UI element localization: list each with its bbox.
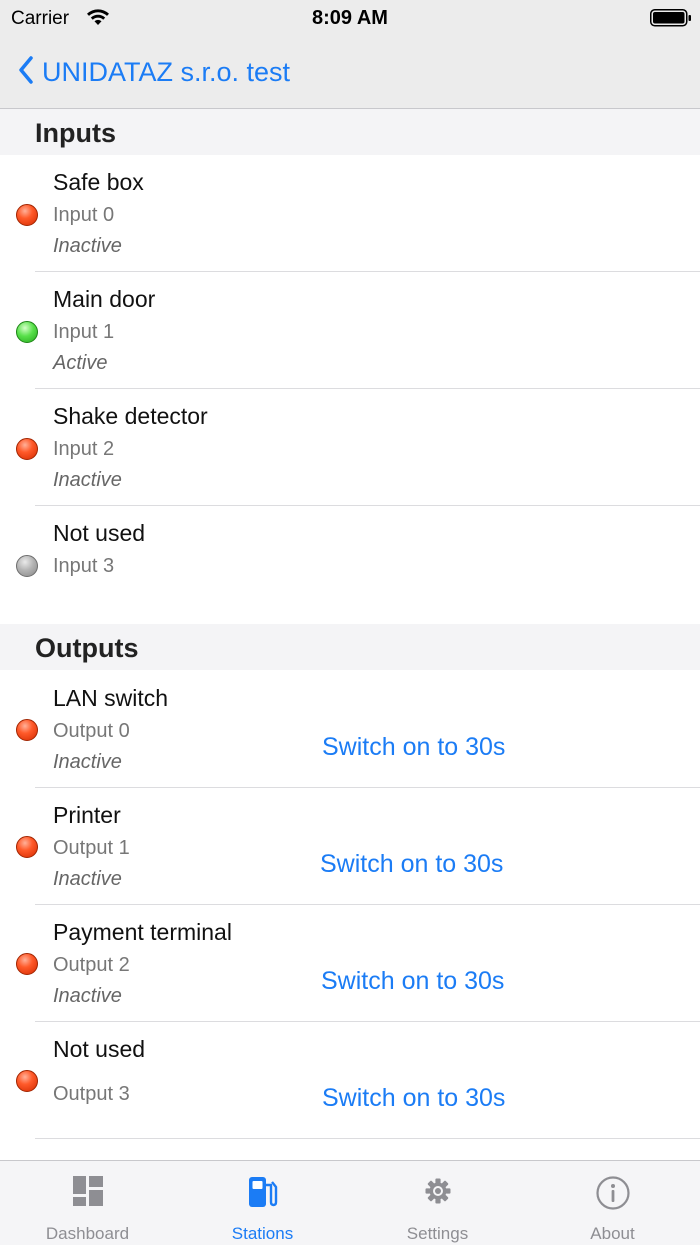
tab-about[interactable]: About xyxy=(525,1161,700,1245)
outputs-section-title: Outputs xyxy=(35,633,139,663)
tab-label: About xyxy=(590,1224,635,1243)
switch-on-button[interactable]: Switch on to 30s xyxy=(320,850,503,879)
status-indicator-icon xyxy=(16,836,38,858)
input-name: Safe box xyxy=(53,169,144,195)
input-row[interactable]: Main door Input 1 Active xyxy=(0,272,700,389)
output-row: Printer Output 1 Inactive Switch on to 3… xyxy=(0,788,700,905)
input-row[interactable]: Safe box Input 0 Inactive xyxy=(0,155,700,272)
fuel-station-icon xyxy=(175,1175,350,1211)
tab-bar: Dashboard Stations Settings About xyxy=(0,1160,700,1245)
status-indicator-icon xyxy=(16,953,38,975)
tab-label: Settings xyxy=(406,1224,469,1243)
back-button-label: UNIDATAZ s.r.o. test xyxy=(42,56,291,87)
status-indicator-icon xyxy=(16,555,38,577)
input-state: Active xyxy=(53,352,108,374)
navigation-bar: UNIDATAZ s.r.o. test xyxy=(0,40,700,109)
output-state: Inactive xyxy=(53,868,122,890)
output-channel: Output 1 xyxy=(53,837,130,859)
output-channel: Output 3 xyxy=(53,1083,130,1105)
input-channel: Input 3 xyxy=(53,555,115,577)
tab-stations[interactable]: Stations xyxy=(175,1161,350,1245)
chevron-left-icon xyxy=(18,55,42,89)
clock: 8:09 AM xyxy=(312,7,388,29)
switch-on-button[interactable]: Switch on to 30s xyxy=(322,733,505,762)
output-state: Inactive xyxy=(53,985,122,1007)
input-channel: Input 2 xyxy=(53,438,115,460)
output-name: Payment terminal xyxy=(53,919,232,945)
inputs-section-title: Inputs xyxy=(35,118,116,148)
status-indicator-icon xyxy=(16,438,38,460)
switch-on-button[interactable]: Switch on to 30s xyxy=(322,1084,505,1113)
output-row: Not used Output 3 Switch on to 30s xyxy=(0,1022,700,1139)
stations-detail-list[interactable]: Inputs Safe box Input 0 Inactive Main do… xyxy=(0,109,700,1160)
input-row[interactable]: Not used Input 3 xyxy=(0,506,700,624)
input-state: Inactive xyxy=(53,469,122,491)
output-channel: Output 2 xyxy=(53,954,130,976)
status-indicator-icon xyxy=(16,1070,38,1092)
input-channel: Input 0 xyxy=(53,204,115,226)
input-name: Not used xyxy=(53,520,146,546)
output-name: LAN switch xyxy=(53,685,169,711)
tab-label: Dashboard xyxy=(45,1224,130,1243)
output-name: Not used xyxy=(53,1036,146,1062)
tab-dashboard[interactable]: Dashboard xyxy=(0,1161,175,1245)
output-state: Inactive xyxy=(53,751,122,773)
input-row[interactable]: Shake detector Input 2 Inactive xyxy=(0,389,700,506)
input-name: Main door xyxy=(53,286,156,312)
output-row: LAN switch Output 0 Inactive Switch on t… xyxy=(0,671,700,788)
input-state: Inactive xyxy=(53,235,122,257)
status-indicator-icon xyxy=(16,321,38,343)
status-indicator-icon xyxy=(16,719,38,741)
dashboard-icon xyxy=(0,1175,175,1211)
output-channel: Output 0 xyxy=(53,720,130,742)
battery-icon xyxy=(650,9,691,27)
input-name: Shake detector xyxy=(53,403,208,429)
info-icon xyxy=(525,1175,700,1211)
output-row: Payment terminal Output 2 Inactive Switc… xyxy=(0,905,700,1022)
back-button[interactable]: UNIDATAZ s.r.o. test xyxy=(18,52,290,92)
status-indicator-icon xyxy=(16,204,38,226)
tab-settings[interactable]: Settings xyxy=(350,1161,525,1245)
outputs-section-header: Outputs xyxy=(0,624,700,670)
output-name: Printer xyxy=(53,802,121,828)
row-divider xyxy=(35,1138,700,1139)
status-bar: Carrier 8:09 AM xyxy=(0,0,700,40)
switch-on-button[interactable]: Switch on to 30s xyxy=(321,967,504,996)
input-channel: Input 1 xyxy=(53,321,115,343)
tab-label: Stations xyxy=(231,1224,294,1243)
inputs-section-header: Inputs xyxy=(0,109,700,155)
gear-icon xyxy=(350,1175,525,1211)
